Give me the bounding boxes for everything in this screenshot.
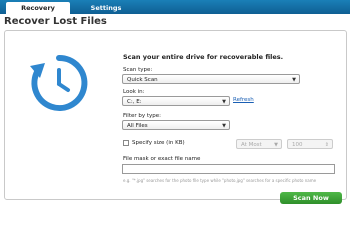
restore-clock-icon bbox=[28, 52, 90, 118]
look-in-label: Look in: bbox=[123, 89, 145, 95]
filter-type-label: Filter by type: bbox=[123, 113, 162, 119]
tab-settings[interactable]: Settings bbox=[76, 2, 136, 14]
scan-type-value: Quick Scan bbox=[127, 77, 158, 83]
look-in-select[interactable]: C:, E: ▼ bbox=[122, 96, 230, 106]
size-comparator-select[interactable]: At Most ▼ bbox=[236, 139, 282, 149]
scan-type-label: Scan type: bbox=[123, 67, 153, 73]
specify-size-checkbox[interactable] bbox=[123, 140, 129, 146]
stepper-arrows-icon: ⇕ bbox=[324, 142, 329, 148]
file-mask-input[interactable] bbox=[122, 164, 335, 174]
size-value: 100 bbox=[292, 142, 303, 148]
chevron-down-icon: ▼ bbox=[274, 142, 278, 148]
size-comparator-value: At Most bbox=[241, 142, 262, 148]
specify-size-label: Specify size (in KB) bbox=[132, 140, 185, 146]
filter-type-select[interactable]: All Files ▼ bbox=[122, 120, 230, 130]
filter-type-value: All Files bbox=[127, 123, 148, 129]
file-mask-label: File mask or exact file name bbox=[123, 156, 201, 162]
chevron-down-icon: ▼ bbox=[222, 123, 226, 129]
form-heading: Scan your entire drive for recoverable f… bbox=[123, 53, 284, 61]
chevron-down-icon: ▼ bbox=[292, 77, 296, 83]
scan-type-select[interactable]: Quick Scan ▼ bbox=[122, 74, 300, 84]
scan-now-button[interactable]: Scan Now bbox=[280, 192, 342, 204]
look-in-value: C:, E: bbox=[127, 99, 142, 105]
refresh-link[interactable]: Refresh bbox=[233, 97, 254, 103]
tab-recovery[interactable]: Recovery bbox=[6, 2, 70, 14]
file-mask-hint: e.g. "*.jpg" searches for the photo file… bbox=[123, 178, 317, 183]
page-title: Recover Lost Files bbox=[4, 16, 107, 27]
chevron-down-icon: ▼ bbox=[222, 99, 226, 105]
tab-bar: Recovery Settings bbox=[0, 0, 350, 14]
size-value-stepper[interactable]: 100 ⇕ bbox=[287, 139, 333, 149]
